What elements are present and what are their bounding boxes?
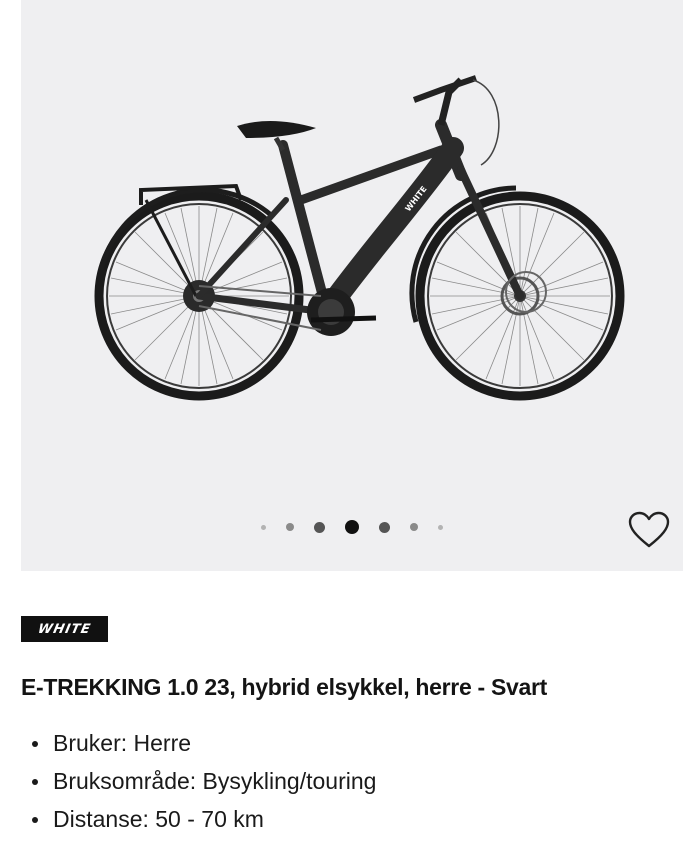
image-carousel-dots: [21, 517, 683, 537]
carousel-dot[interactable]: [314, 521, 325, 533]
carousel-dot[interactable]: [261, 524, 266, 530]
feature-item: Distanse: 50 - 70 km: [21, 804, 376, 842]
brand-logo-text: WHITE: [36, 621, 93, 637]
heart-outline-icon[interactable]: [627, 510, 671, 550]
feature-item: Bruksområde: Bysykling/touring: [21, 766, 376, 804]
bike-image: WHITE: [94, 75, 625, 401]
carousel-dot[interactable]: [286, 523, 294, 531]
carousel-dot-active[interactable]: [345, 520, 359, 534]
carousel-dot[interactable]: [379, 521, 390, 533]
carousel-dot[interactable]: [438, 524, 443, 530]
feature-item: Bruker: Herre: [21, 728, 376, 766]
product-title: E-TREKKING 1.0 23, hybrid elsykkel, herr…: [21, 674, 548, 700]
carousel-dot[interactable]: [410, 523, 418, 531]
product-image-gallery[interactable]: WHITE: [21, 0, 683, 571]
brand-logo[interactable]: WHITE: [21, 616, 108, 642]
feature-list: Bruker: Herre Bruksområde: Bysykling/tou…: [21, 728, 376, 842]
